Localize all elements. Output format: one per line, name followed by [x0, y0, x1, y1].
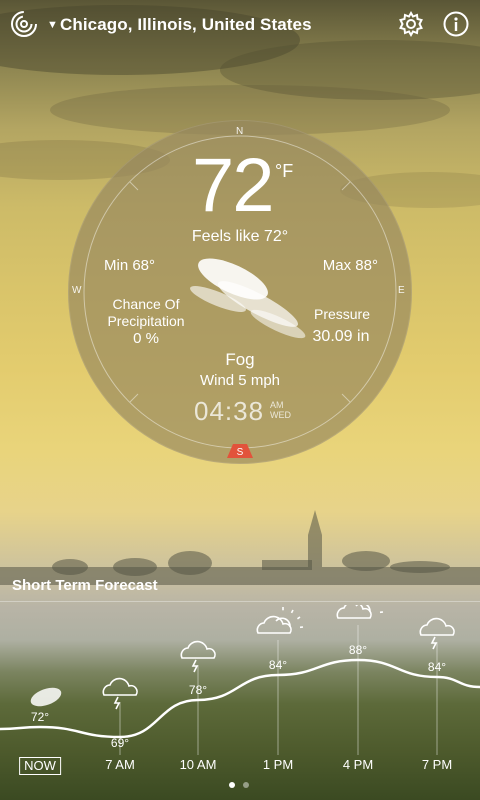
partly-sunny-icon [256, 607, 304, 634]
weekday: WED [270, 410, 291, 420]
forecast-title: Short Term Forecast [12, 577, 158, 594]
forecast-temp-label: 78° [189, 683, 207, 697]
forecast-time-axis: NOW 7 AM 10 AM 1 PM 4 PM 7 PM [0, 757, 480, 779]
dropdown-arrow-icon[interactable]: ▼ [47, 19, 58, 31]
forecast-graph[interactable]: 72° 69° 78° 84° 88° 84° [0, 605, 480, 755]
forecast-divider [0, 601, 480, 602]
page-dot[interactable] [229, 782, 235, 788]
info-icon[interactable] [443, 11, 469, 37]
forecast-temperature-line [0, 658, 480, 739]
forecast-temp-label: 69° [111, 736, 129, 750]
forecast-temp-label: 84° [269, 658, 287, 672]
forecast-temp-label: 72° [31, 710, 49, 724]
south-marker: S [227, 444, 253, 458]
fog-icon [30, 687, 62, 707]
am-pm-day: AM WED [270, 400, 291, 420]
pressure-label: Pressure [313, 306, 371, 322]
time-now-button[interactable]: NOW [19, 757, 61, 775]
compass-east: E [398, 285, 405, 296]
compass-south: S [237, 447, 244, 458]
current-time: 04:38 [194, 396, 265, 426]
weather-dial: N W E 72 °F Feels like 72° Min 68° Max 8… [68, 120, 412, 464]
temperature-unit: °F [275, 161, 294, 181]
forecast-temp-label: 88° [349, 643, 367, 657]
am-pm: AM [270, 400, 284, 410]
top-bar: ▼ Chicago, Illinois, United States [0, 0, 480, 50]
fog-icon [190, 258, 306, 339]
compass-north: N [236, 126, 244, 137]
current-temperature: 72 [192, 143, 275, 228]
partly-sunny-icon [336, 605, 384, 619]
wind-speed: Wind 5 mph [199, 372, 281, 389]
gear-icon[interactable] [398, 11, 424, 37]
location-selector[interactable]: Chicago, Illinois, United States [60, 15, 312, 35]
page-dot[interactable] [243, 782, 249, 788]
forecast-time-label: 7 AM [105, 757, 135, 772]
forecast-time-label: 10 AM [179, 757, 217, 772]
forecast-temp-label: 84° [428, 660, 446, 674]
weather-condition: Fog [225, 350, 255, 369]
forecast-time-label: 1 PM [262, 757, 294, 772]
forecast-time-label: 4 PM [342, 757, 374, 772]
min-temperature: Min 68° [104, 257, 156, 274]
compass-west: W [72, 285, 82, 296]
forecast-time-label: 7 PM [421, 757, 453, 772]
max-temperature: Max 88° [322, 257, 378, 274]
app-logo-icon[interactable] [10, 10, 38, 38]
landscape-silhouette [0, 510, 480, 585]
